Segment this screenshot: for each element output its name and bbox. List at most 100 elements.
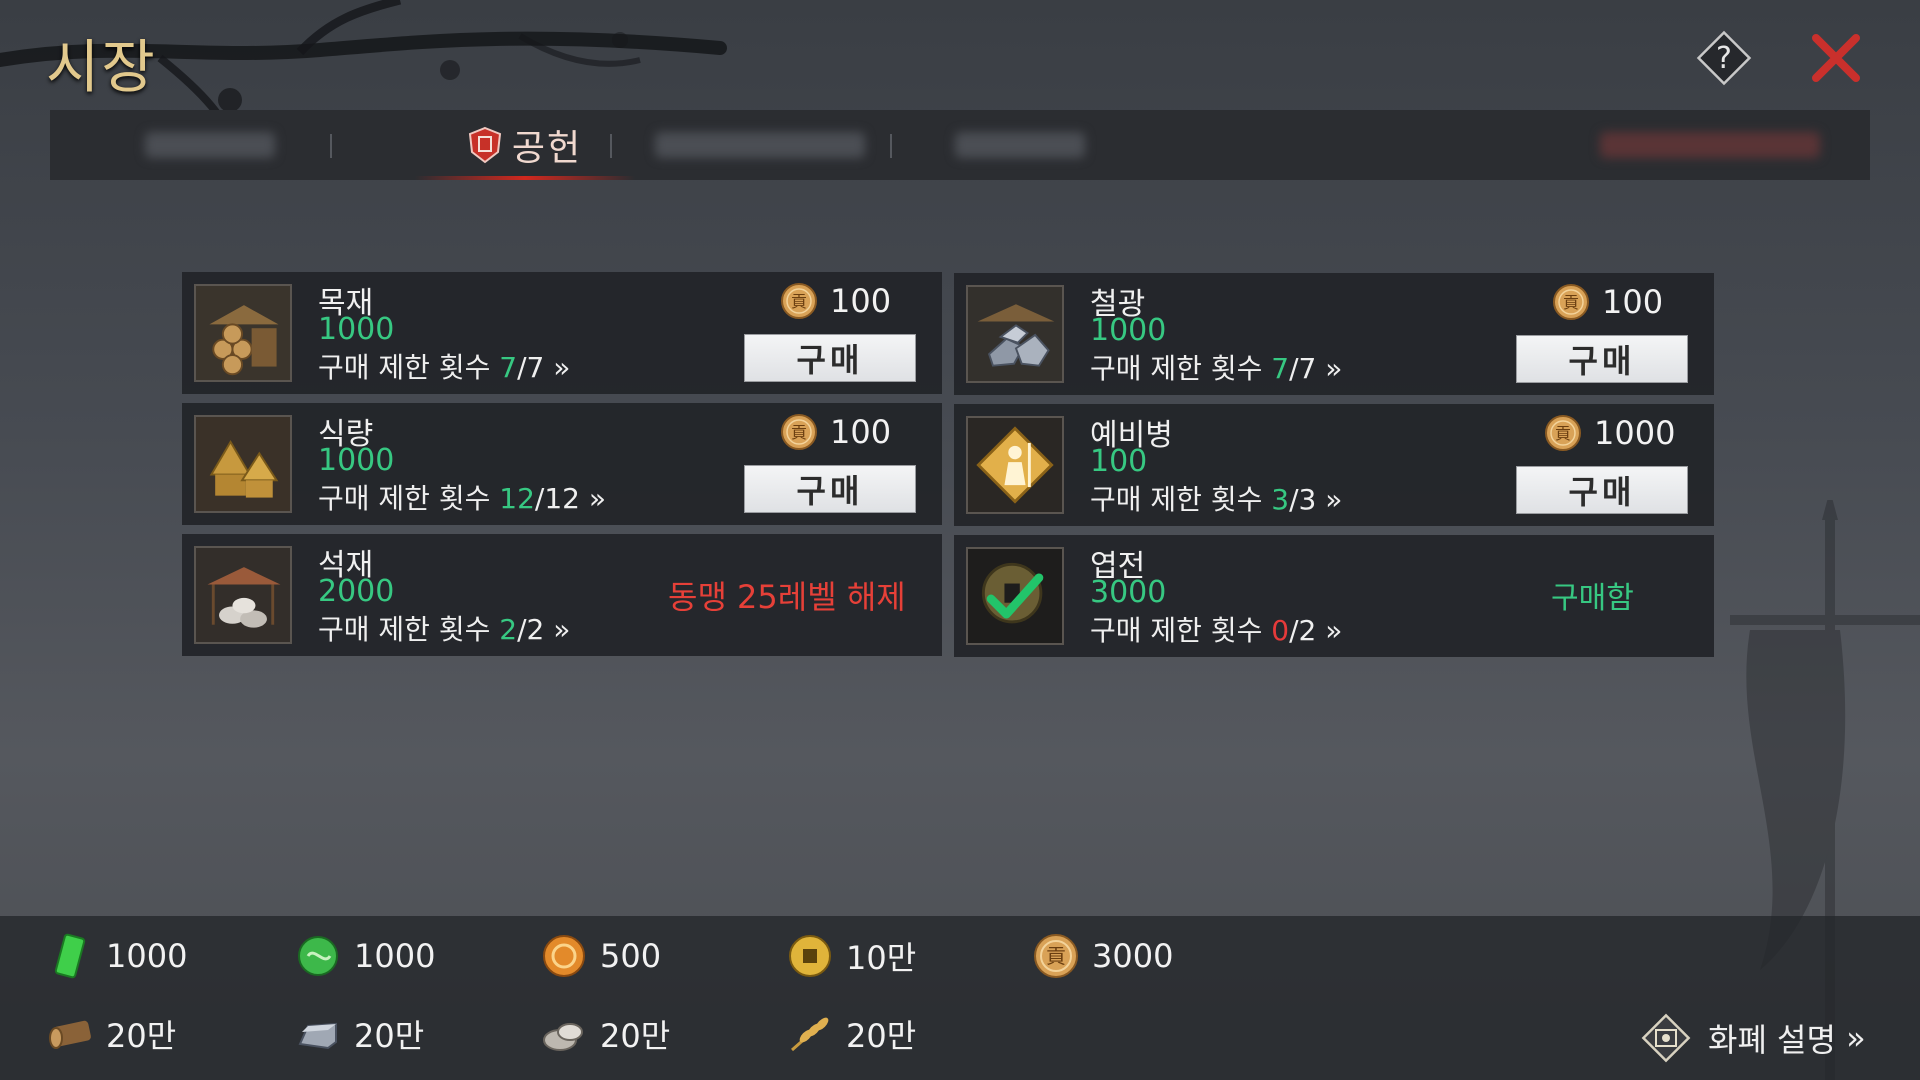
limit-label: 구매 제한 횟수 [1090,614,1263,647]
limit-used: 2 [499,613,518,646]
limit-label: 구매 제한 횟수 [318,613,491,646]
price-value: 1000 [1594,414,1676,452]
item-price: 貢 1000 [1544,414,1675,452]
tab-label: 공헌 [511,128,583,169]
help-icon[interactable]: ? [1694,28,1754,88]
tab-divider [330,134,332,158]
chevron-right-icon: » [588,482,607,515]
unlock-requirement-text: 동맹 25레벨 해제 [668,578,906,616]
iron-ore-icon [966,285,1064,383]
resource-food[interactable]: 20만 [786,1010,916,1058]
item-amount: 3000 [1090,575,1167,610]
tab-active-indicator [415,176,635,180]
item-amount: 1000 [318,312,395,347]
resource-value: 20만 [354,1017,425,1055]
gold-coin-icon [789,935,831,977]
tab-contribution[interactable]: 공헌 [405,110,645,180]
purchased-status: 구매함 [1551,581,1634,616]
resource-value: 20만 [846,1017,917,1055]
jade-token-icon [54,933,86,979]
resource-stone[interactable]: 20만 [540,1010,670,1058]
tribute-coin-icon: 貢 [1553,284,1589,320]
buy-button[interactable]: 구매 [744,465,916,513]
price-value: 100 [830,413,892,451]
limit-used: 7 [499,351,518,384]
buy-button[interactable]: 구매 [1516,466,1688,514]
svg-text:貢: 貢 [1046,944,1066,968]
tab-blurred-3[interactable] [920,110,1120,180]
food-icon [194,415,292,513]
buy-button[interactable]: 구매 [744,334,916,382]
reserve-soldier-icon [966,416,1064,514]
chevron-right-icon: » [1325,614,1343,647]
resource-value: 1000 [354,937,436,975]
resource-jade-token[interactable]: 1000 [46,932,187,980]
limit-label: 구매 제한 횟수 [1090,352,1263,385]
buy-button[interactable]: 구매 [1516,335,1688,383]
limit-total: /12 [534,482,580,515]
resource-jade-orb[interactable]: 1000 [294,932,435,980]
price-value: 100 [1602,283,1664,321]
market-item-card: 철광 1000 구매 제한 횟수 7/7 » 貢 100 구매 [954,273,1714,395]
resource-gold-coin[interactable]: 10만 [786,932,916,980]
item-amount: 2000 [318,574,395,609]
purchase-limit[interactable]: 구매 제한 횟수 7/7 » [318,346,570,386]
jade-orb-icon [298,936,338,976]
resource-tribute-coin[interactable]: 貢 3000 [1032,932,1173,980]
limit-label: 구매 제한 횟수 [1090,483,1263,516]
contribution-tab-icon [468,126,501,164]
svg-text:貢: 貢 [1555,424,1571,443]
svg-text:?: ? [1716,41,1732,76]
limit-label: 구매 제한 횟수 [318,351,491,384]
limit-total: /3 [1289,483,1317,516]
purchase-limit[interactable]: 구매 제한 횟수 0/2 » [1090,609,1342,649]
close-icon[interactable] [1806,28,1866,88]
tab-blurred-2[interactable] [640,110,880,180]
limit-label: 구매 제한 횟수 [318,482,491,515]
currency-info-icon [1641,1013,1691,1063]
limit-used: 3 [1271,483,1290,516]
tribute-coin-icon: 貢 [781,283,817,319]
gold-orb-icon [543,935,585,977]
limit-used: 7 [1271,352,1290,385]
copper-coin-icon [966,547,1064,645]
svg-text:貢: 貢 [791,423,807,442]
tab-blurred-1[interactable] [120,110,300,180]
limit-used: 12 [499,482,535,515]
market-item-card: 석재 2000 구매 제한 횟수 2/2 » 동맹 25레벨 해제 [182,534,942,656]
chevron-right-icon: » [553,351,571,384]
resource-iron[interactable]: 20만 [294,1010,424,1058]
chevron-right-icon: » [1846,1019,1866,1057]
iron-ingot-icon [298,1022,337,1050]
chevron-right-icon: » [1325,483,1343,516]
purchase-limit[interactable]: 구매 제한 횟수 7/7 » [1090,347,1342,387]
limit-total: /2 [517,613,545,646]
svg-text:貢: 貢 [1563,293,1579,312]
resource-wood[interactable]: 20만 [46,1010,176,1058]
currency-explanation-button[interactable]: 화폐 설명 » [1636,1008,1866,1068]
purchase-limit[interactable]: 구매 제한 횟수 2/2 » [318,608,570,648]
tab-divider [610,134,612,158]
tab-divider [890,134,892,158]
market-item-card: 예비병 100 구매 제한 횟수 3/3 » 貢 1000 구매 [954,404,1714,526]
svg-text:貢: 貢 [791,292,807,311]
limit-total: /7 [1289,352,1317,385]
page-title: 시장 [46,33,157,101]
blurred-timer [1590,110,1830,180]
stone-icon [543,1023,583,1051]
chevron-right-icon: » [553,613,571,646]
purchase-limit[interactable]: 구매 제한 횟수 12/12 » [318,477,606,517]
market-item-card: 목재 1000 구매 제한 횟수 7/7 » 貢 100 구매 [182,272,942,394]
tribute-coin-icon: 貢 [1545,415,1581,451]
resource-value: 10만 [846,939,917,977]
item-amount: 1000 [1090,313,1167,348]
chevron-right-icon: » [1325,352,1343,385]
limit-total: /2 [1289,614,1317,647]
market-item-card: 식량 1000 구매 제한 횟수 12/12 » 貢 100 구매 [182,403,942,525]
tribute-coin-icon: 貢 [1034,934,1078,978]
wood-icon [194,284,292,382]
purchase-limit[interactable]: 구매 제한 횟수 3/3 » [1090,478,1342,518]
limit-total: /7 [517,351,545,384]
price-value: 100 [830,282,892,320]
resource-gold-orb[interactable]: 500 [540,932,661,980]
